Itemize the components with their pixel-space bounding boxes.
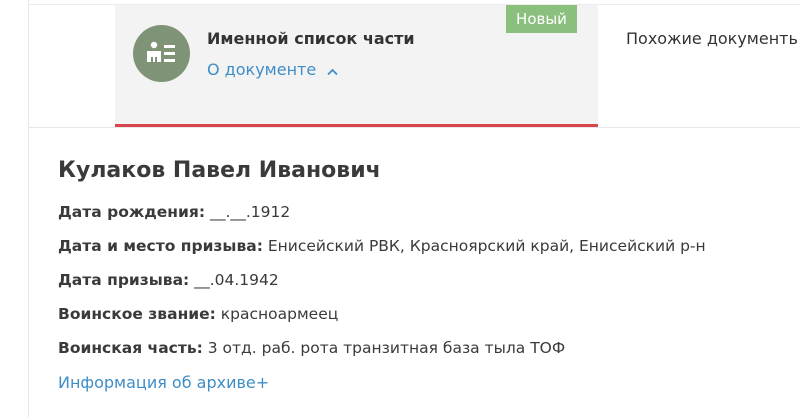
tab-similar-documents[interactable]: Похожие документь <box>626 29 798 48</box>
field-military-unit: Воинская часть: 3 отд. раб. рота транзит… <box>58 339 565 357</box>
field-label: Воинская часть: <box>58 339 203 357</box>
field-value: __.__.1912 <box>205 203 291 221</box>
field-value: 3 отд. раб. рота транзитная база тыла ТО… <box>202 339 566 357</box>
document-title: Именной список части <box>207 29 415 48</box>
field-birth-date: Дата рождения: __.__.1912 <box>58 203 290 221</box>
field-military-rank: Воинское звание: красноармеец <box>58 305 338 323</box>
person-name: Кулаков Павел Иванович <box>58 158 381 183</box>
field-conscription-date: Дата призыва: __.04.1942 <box>58 271 279 289</box>
chevron-up-icon <box>327 61 338 80</box>
field-label: Дата призыва: <box>58 271 190 289</box>
field-value: __.04.1942 <box>189 271 279 289</box>
field-value: красноармеец <box>215 305 339 323</box>
about-document-link[interactable]: О документе <box>207 60 338 80</box>
field-label: Дата рождения: <box>58 203 206 221</box>
field-label: Воинское звание: <box>58 305 216 323</box>
new-badge: Новый <box>506 5 577 33</box>
document-list-icon <box>133 25 190 82</box>
archive-info-link[interactable]: Информация об архиве+ <box>58 373 269 392</box>
about-document-label: О документе <box>207 60 317 79</box>
active-tab-indicator <box>115 124 598 127</box>
field-conscription-place: Дата и место призыва: Енисейский РВК, Кр… <box>58 237 706 255</box>
field-value: Енисейский РВК, Красноярский край, Енисе… <box>262 237 706 255</box>
field-label: Дата и место призыва: <box>58 237 263 255</box>
